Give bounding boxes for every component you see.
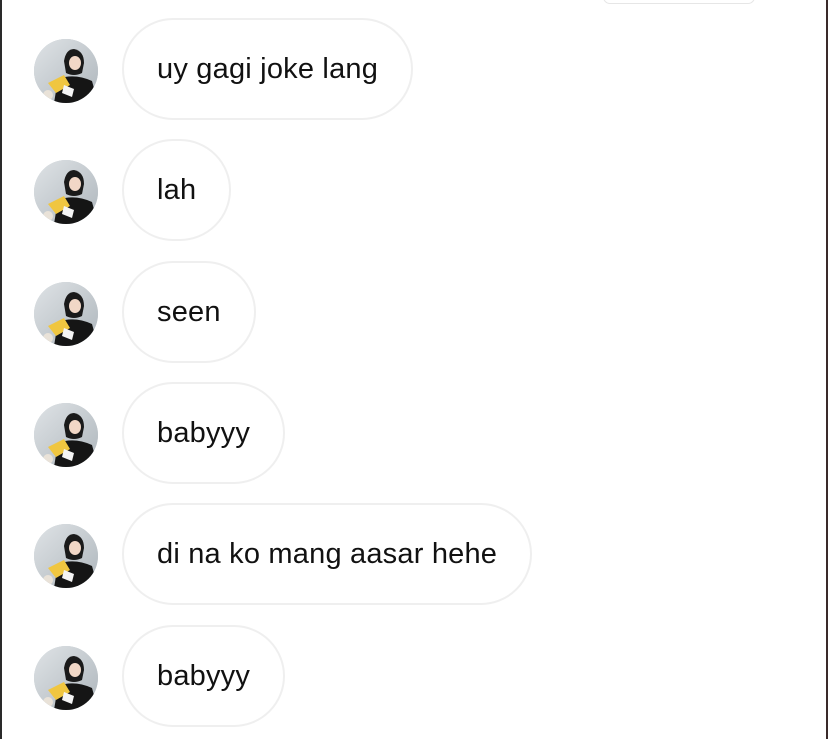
message-bubble[interactable]: seen	[122, 261, 256, 363]
message-row: uy gagi joke lang	[0, 18, 828, 124]
avatar-photo	[34, 39, 98, 103]
message-row: babyyy	[0, 382, 828, 488]
message-bubble[interactable]: lah	[122, 139, 232, 241]
message-text: uy gagi joke lang	[157, 52, 379, 85]
avatar-photo	[34, 403, 98, 467]
avatar-photo	[34, 160, 98, 224]
message-text: lah	[157, 173, 197, 206]
avatar[interactable]	[34, 282, 98, 346]
avatar-photo	[34, 524, 98, 588]
avatar[interactable]	[34, 524, 98, 588]
message-row: di na ko mang aasar hehe	[0, 503, 828, 609]
message-text: babyyy	[157, 659, 251, 692]
message-row: babyyy	[0, 625, 828, 731]
message-bubble[interactable]: babyyy	[122, 625, 286, 727]
avatar[interactable]	[34, 403, 98, 467]
message-bubble[interactable]: uy gagi joke lang	[122, 18, 414, 120]
message-text: di na ko mang aasar hehe	[157, 537, 498, 570]
message-bubble[interactable]: babyyy	[122, 382, 286, 484]
chat-screen: { "thread": { "messages": [ { "text": "u…	[0, 0, 828, 739]
avatar[interactable]	[34, 646, 98, 710]
message-text: seen	[157, 295, 221, 328]
message-row: lah	[0, 139, 828, 245]
avatar-photo	[34, 282, 98, 346]
avatar[interactable]	[34, 39, 98, 103]
avatar-photo	[34, 646, 98, 710]
message-bubble[interactable]: di na ko mang aasar hehe	[122, 503, 533, 605]
message-text: babyyy	[157, 416, 251, 449]
message-row: seen	[0, 261, 828, 367]
message-thread[interactable]: uy gagi joke lang lah seen babyyy di na …	[0, 0, 828, 739]
avatar[interactable]	[34, 160, 98, 224]
